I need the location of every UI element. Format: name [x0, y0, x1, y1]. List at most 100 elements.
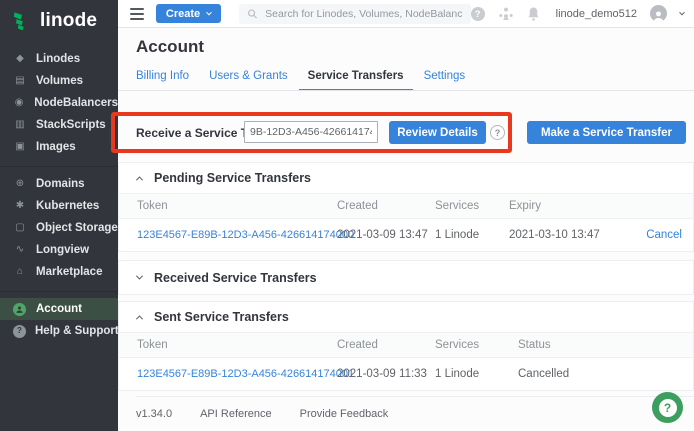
- cell-created: 2021-03-09 11:33: [337, 368, 435, 380]
- menu-icon[interactable]: [130, 8, 144, 20]
- version-label: v1.34.0: [136, 408, 172, 420]
- column-status: Status: [518, 339, 693, 351]
- column-token: Token: [137, 339, 337, 351]
- transfer-token-link[interactable]: 123E4567-E89B-12D3-A456-426614174001: [137, 368, 337, 380]
- layers-icon: ▤: [13, 76, 27, 86]
- help-icon[interactable]: ?: [471, 7, 485, 21]
- account-icon: [13, 303, 27, 316]
- sidebar-item-label: Linodes: [36, 53, 80, 65]
- pulse-icon: ∿: [13, 245, 27, 255]
- sidebar-item-label: NodeBalancers: [34, 97, 118, 109]
- transfer-token-link[interactable]: 123E4567-E89B-12D3-A456-426614174000: [137, 229, 337, 241]
- tooltip-question-icon[interactable]: ?: [490, 125, 505, 140]
- topbar: Create ? linode_demo512: [118, 0, 694, 28]
- search-input[interactable]: [265, 8, 462, 20]
- cell-services: 1 Linode: [435, 229, 509, 241]
- nav-divider: [0, 166, 118, 167]
- sent-transfers-card: Sent Service Transfers Token Created Ser…: [118, 301, 694, 391]
- sidebar-item-volumes[interactable]: ▤ Volumes: [0, 70, 118, 92]
- tab-service-transfers[interactable]: Service Transfers: [299, 70, 413, 91]
- section-title: Received Service Transfers: [154, 271, 317, 285]
- chevron-down-icon[interactable]: [679, 9, 685, 15]
- search-icon: [247, 8, 258, 20]
- linode-logo[interactable]: linode: [0, 0, 118, 32]
- sidebar-item-label: Help & Support: [35, 325, 119, 337]
- sidebar: linode ◆ Linodes ▤ Volumes ◉ NodeBalance…: [0, 0, 118, 431]
- sidebar-item-label: Marketplace: [36, 266, 102, 278]
- sidebar-item-help-support[interactable]: ? Help & Support: [0, 320, 118, 342]
- received-transfers-card: Received Service Transfers: [118, 260, 694, 295]
- sent-table-header: Token Created Services Status: [119, 332, 693, 358]
- notifications-bell-icon[interactable]: [527, 7, 540, 21]
- linode-cloud-manager: linode ◆ Linodes ▤ Volumes ◉ NodeBalance…: [0, 0, 694, 431]
- tab-bar: Billing Info Users & Grants Service Tran…: [136, 70, 465, 91]
- chevron-up-icon: [136, 176, 143, 183]
- sidebar-item-label: Images: [36, 141, 76, 153]
- globe-icon: ⊕: [13, 179, 27, 189]
- image-icon: ▣: [13, 142, 27, 152]
- sidebar-item-kubernetes[interactable]: ✱ Kubernetes: [0, 195, 118, 217]
- tab-users-grants[interactable]: Users & Grants: [209, 70, 288, 91]
- section-title: Pending Service Transfers: [154, 171, 311, 185]
- bucket-icon: ▢: [13, 223, 27, 233]
- sidebar-item-linodes[interactable]: ◆ Linodes: [0, 48, 118, 70]
- transfer-token-input[interactable]: [244, 121, 378, 143]
- make-service-transfer-button[interactable]: Make a Service Transfer: [527, 121, 686, 144]
- sidebar-item-domains[interactable]: ⊕ Domains: [0, 173, 118, 195]
- linode-logo-icon: [12, 11, 33, 32]
- sidebar-item-stackscripts[interactable]: ▥ StackScripts: [0, 114, 118, 136]
- nodes-icon: ◉: [13, 98, 25, 108]
- helm-icon: ✱: [13, 201, 27, 211]
- sidebar-item-label: StackScripts: [36, 119, 106, 131]
- pending-transfers-header[interactable]: Pending Service Transfers: [119, 163, 693, 193]
- column-expiry: Expiry: [509, 200, 619, 212]
- sidebar-item-label: Volumes: [36, 75, 83, 87]
- chevron-up-icon: [136, 315, 143, 322]
- column-services: Services: [435, 200, 509, 212]
- section-title: Sent Service Transfers: [154, 310, 289, 324]
- sidebar-nav: ◆ Linodes ▤ Volumes ◉ NodeBalancers ▥ St…: [0, 48, 118, 342]
- community-icon[interactable]: [498, 7, 514, 20]
- sidebar-item-longview[interactable]: ∿ Longview: [0, 239, 118, 261]
- sent-transfers-header[interactable]: Sent Service Transfers: [119, 302, 693, 332]
- script-icon: ▥: [13, 120, 27, 130]
- username: linode_demo512: [556, 8, 637, 20]
- sidebar-item-object-storage[interactable]: ▢ Object Storage: [0, 217, 118, 239]
- cell-expiry: 2021-03-10 13:47: [509, 229, 619, 241]
- sidebar-item-label: Kubernetes: [36, 200, 99, 212]
- column-services: Services: [435, 339, 518, 351]
- nav-divider: [0, 291, 118, 292]
- table-row: 123E4567-E89B-12D3-A456-426614174000 202…: [119, 219, 693, 251]
- sidebar-item-label: Longview: [36, 244, 89, 256]
- cube-icon: ◆: [13, 54, 27, 64]
- main-content: Account Billing Info Users & Grants Serv…: [118, 28, 694, 431]
- sidebar-item-images[interactable]: ▣ Images: [0, 136, 118, 158]
- api-reference-link[interactable]: API Reference: [200, 408, 272, 420]
- sidebar-item-marketplace[interactable]: ⌂ Marketplace: [0, 261, 118, 283]
- cancel-link[interactable]: Cancel: [646, 229, 693, 241]
- received-transfers-header[interactable]: Received Service Transfers: [119, 261, 693, 294]
- review-details-button[interactable]: Review Details: [389, 121, 486, 144]
- tab-settings[interactable]: Settings: [424, 70, 466, 91]
- column-token: Token: [137, 200, 337, 212]
- cell-created: 2021-03-09 13:47: [337, 229, 435, 241]
- transfer-sections: Pending Service Transfers Token Created …: [118, 162, 694, 391]
- provide-feedback-link[interactable]: Provide Feedback: [300, 408, 389, 420]
- sidebar-item-label: Domains: [36, 178, 85, 190]
- sidebar-item-account[interactable]: Account: [0, 298, 118, 320]
- tab-billing-info[interactable]: Billing Info: [136, 70, 189, 91]
- page-title: Account: [136, 37, 204, 57]
- create-button[interactable]: Create: [156, 4, 221, 23]
- question-icon: ?: [659, 399, 677, 417]
- help-fab-button[interactable]: ?: [652, 392, 683, 423]
- sidebar-item-label: Object Storage: [36, 222, 118, 234]
- table-row: 123E4567-E89B-12D3-A456-426614174001 202…: [119, 358, 693, 390]
- topbar-icons: ? linode_demo512: [471, 5, 684, 22]
- search-bar[interactable]: [239, 4, 470, 24]
- footer: v1.34.0 API Reference Provide Feedback: [136, 396, 694, 431]
- bag-icon: ⌂: [13, 267, 27, 277]
- question-icon: ?: [13, 325, 26, 338]
- avatar[interactable]: [650, 5, 667, 22]
- sidebar-item-nodebalancers[interactable]: ◉ NodeBalancers: [0, 92, 118, 114]
- logo-text: linode: [40, 10, 97, 32]
